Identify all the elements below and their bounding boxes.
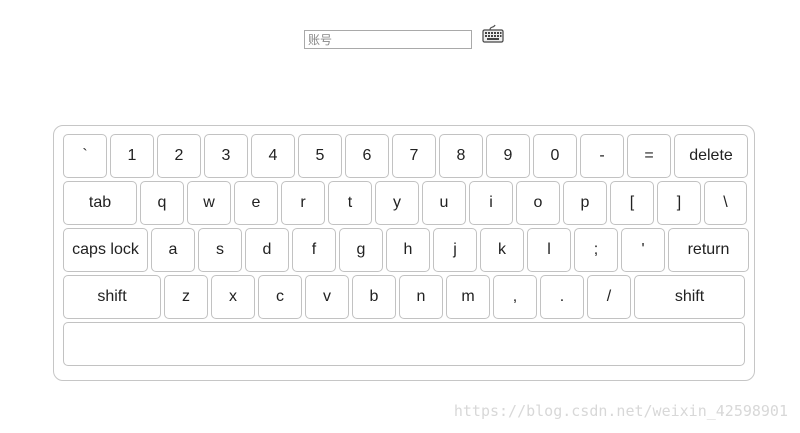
key-quote[interactable]: ' [621,228,665,272]
key-backtick[interactable]: ` [63,134,107,178]
key-right-bracket[interactable]: ] [657,181,701,225]
key-backslash[interactable]: \ [704,181,747,225]
account-row [304,24,504,49]
key-3[interactable]: 3 [204,134,248,178]
key-r[interactable]: r [281,181,325,225]
key-u[interactable]: u [422,181,466,225]
key-7[interactable]: 7 [392,134,436,178]
key-left-shift[interactable]: shift [63,275,161,319]
key-z[interactable]: z [164,275,208,319]
key-8[interactable]: 8 [439,134,483,178]
virtual-keyboard: ` 1 2 3 4 5 6 7 8 9 0- = delete tab q w e r t y u i o p[] \ caps … [53,125,755,381]
key-q[interactable]: q [140,181,184,225]
key-e[interactable]: e [234,181,278,225]
keyboard-icon[interactable] [482,24,504,44]
key-4[interactable]: 4 [251,134,295,178]
key-d[interactable]: d [245,228,289,272]
key-p[interactable]: p [563,181,607,225]
key-c[interactable]: c [258,275,302,319]
key-s[interactable]: s [198,228,242,272]
key-y[interactable]: y [375,181,419,225]
key-2[interactable]: 2 [157,134,201,178]
key-n[interactable]: n [399,275,443,319]
key-l[interactable]: l [527,228,571,272]
key-tab[interactable]: tab [63,181,137,225]
key-comma[interactable]: , [493,275,537,319]
key-slash[interactable]: / [587,275,631,319]
key-5[interactable]: 5 [298,134,342,178]
key-1[interactable]: 1 [110,134,154,178]
key-w[interactable]: w [187,181,231,225]
key-return[interactable]: return [668,228,749,272]
account-input[interactable] [304,30,472,49]
key-x[interactable]: x [211,275,255,319]
key-j[interactable]: j [433,228,477,272]
key-0[interactable]: 0 [533,134,577,178]
key-left-bracket[interactable]: [ [610,181,654,225]
key-6[interactable]: 6 [345,134,389,178]
key-i[interactable]: i [469,181,513,225]
key-semicolon[interactable]: ; [574,228,618,272]
key-minus[interactable]: - [580,134,624,178]
key-f[interactable]: f [292,228,336,272]
key-h[interactable]: h [386,228,430,272]
watermark: https://blog.csdn.net/weixin_42598901 [453,402,788,420]
key-delete[interactable]: delete [674,134,748,178]
key-g[interactable]: g [339,228,383,272]
key-k[interactable]: k [480,228,524,272]
key-equals[interactable]: = [627,134,671,178]
key-v[interactable]: v [305,275,349,319]
key-period[interactable]: . [540,275,584,319]
key-b[interactable]: b [352,275,396,319]
key-9[interactable]: 9 [486,134,530,178]
key-right-shift[interactable]: shift [634,275,745,319]
key-a[interactable]: a [151,228,195,272]
key-caps-lock[interactable]: caps lock [63,228,148,272]
key-o[interactable]: o [516,181,560,225]
key-m[interactable]: m [446,275,490,319]
key-space[interactable] [63,322,745,366]
key-t[interactable]: t [328,181,372,225]
